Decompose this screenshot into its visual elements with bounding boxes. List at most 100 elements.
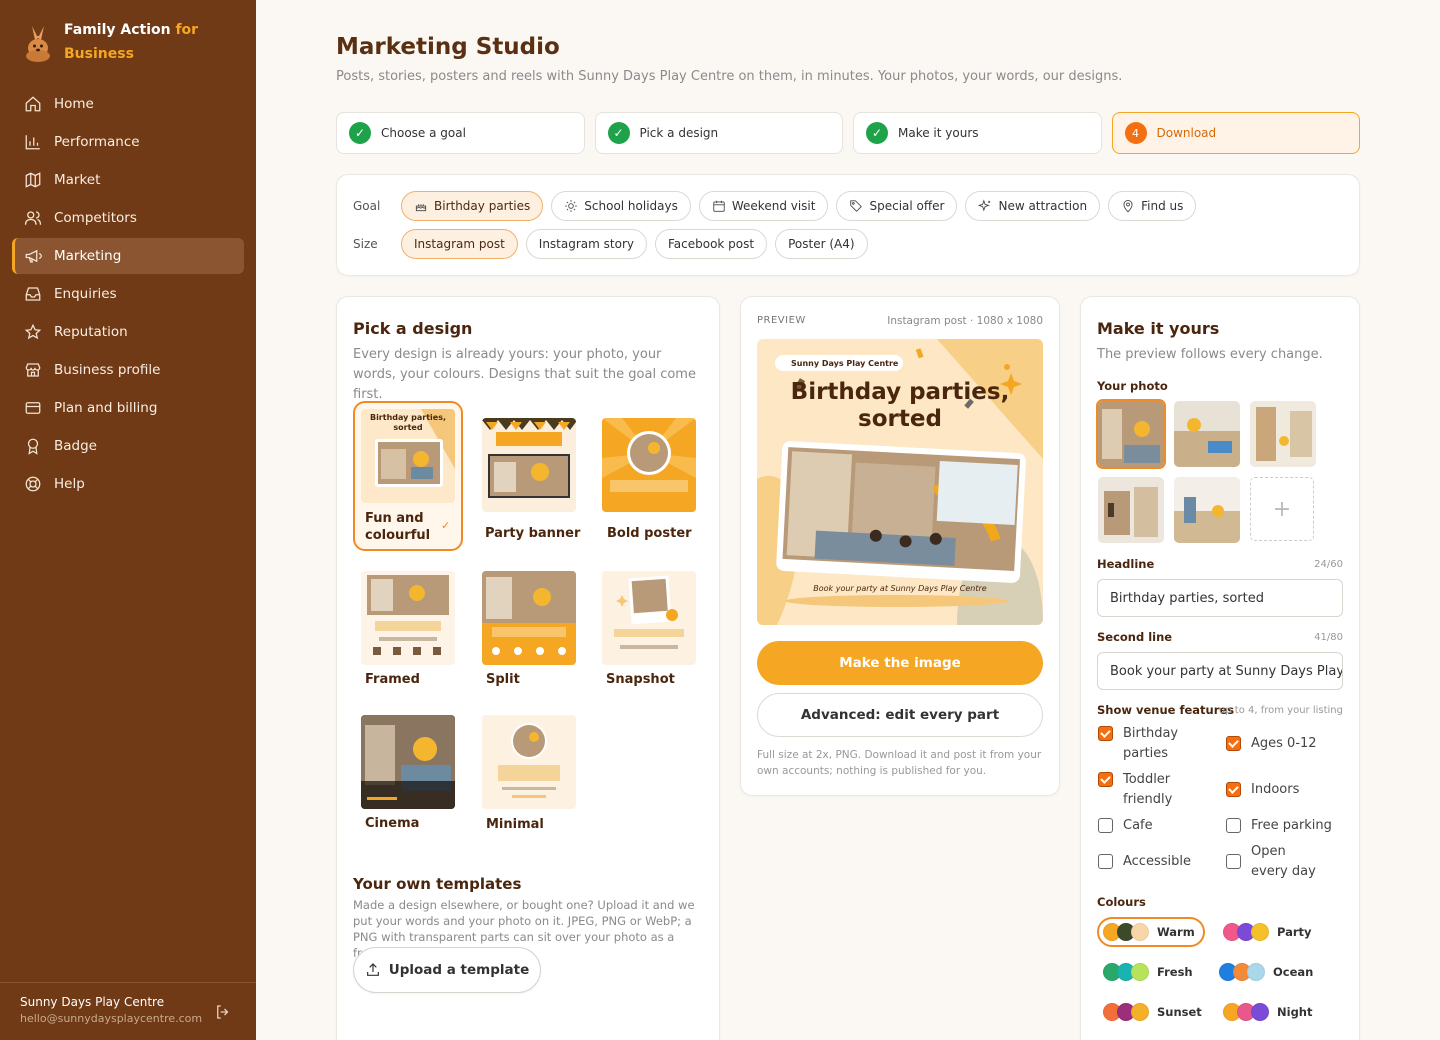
nav-item-home[interactable]: Home [12,86,244,122]
features-hint: up to 4, from your listing [1218,705,1343,716]
nav-label: Marketing [54,248,122,264]
step-download[interactable]: 4 Download [1111,112,1360,154]
photo-thumb [1250,401,1316,467]
make-image-button[interactable]: Make the image [757,641,1043,685]
photo-option-1[interactable] [1096,399,1166,469]
feature-indoors[interactable]: Indoors [1226,780,1344,800]
preview-note: Full size at 2x, PNG. Download it and po… [757,749,1042,777]
star-icon [24,323,42,340]
design-label-snapshot: Snapshot [606,672,675,687]
photo-option-5[interactable] [1174,477,1240,543]
nav-item-reputation[interactable]: Reputation [12,314,244,350]
size-pill-instagram-story[interactable]: Instagram story [525,229,647,259]
upload-label: Upload a template [388,962,530,978]
design-thumb-framed[interactable] [361,571,455,665]
store-icon [25,363,41,377]
design-label-framed: Framed [365,672,420,687]
credit-card-icon [25,402,41,414]
design-thumb-minimal[interactable] [482,715,576,809]
preview-size: Instagram post · 1080 x 1080 [887,315,1043,327]
feature-label: Ages 0-12 [1251,736,1317,751]
photo-option-2[interactable] [1174,401,1240,467]
goal-pill-weekend-visit[interactable]: Weekend visit [698,191,829,221]
headline-input[interactable]: Birthday parties, sorted [1097,579,1343,617]
size-pill-facebook-post[interactable]: Facebook post [654,229,768,259]
palette-sunset[interactable]: Sunset [1103,997,1202,1027]
nav-label: Performance [54,134,140,150]
design-thumb-split[interactable] [482,571,576,665]
nav-item-enquiries[interactable]: Enquiries [12,276,244,312]
nav-item-plan-billing[interactable]: Plan and billing [12,390,244,426]
upload-template-button[interactable]: Upload a template [353,947,541,993]
check-icon: ✓ [607,122,630,144]
palette-ocean[interactable]: Ocean [1219,957,1313,987]
panel-description: Every design is already yours: your phot… [353,347,696,402]
nav-item-performance[interactable]: Performance [12,124,244,160]
checkbox[interactable] [1226,736,1241,751]
feature-label: Open every day [1251,844,1316,879]
goal-pill-birthday[interactable]: Birthday parties [401,191,544,221]
nav-item-marketing[interactable]: Marketing [12,238,244,274]
goal-pill-special-offer[interactable]: Special offer [836,191,958,221]
lifebuoy-icon [25,476,41,492]
feature-open-every-day[interactable]: Open every day [1226,842,1326,882]
design-thumb-party-banner[interactable] [482,418,576,512]
design-thumb-cinema[interactable] [361,715,455,809]
goal-label: Goal [353,199,381,213]
photo-option-4[interactable] [1098,477,1164,543]
size-pill-poster-a4[interactable]: Poster (A4) [775,229,868,259]
feature-birthday-parties[interactable]: Birthday parties [1098,724,1208,764]
feature-cafe[interactable]: Cafe [1098,816,1208,836]
pill-label: School holidays [584,199,678,213]
palette-night[interactable]: Night [1223,997,1312,1027]
palette-name: Warm [1157,925,1195,939]
feature-label: Free parking [1251,818,1332,833]
nav-item-badge[interactable]: Badge [12,428,244,464]
second-line-input[interactable]: Book your party at Sunny Days Play Centr… [1097,652,1343,690]
palette-name: Sunset [1157,1005,1202,1019]
add-photo-button[interactable]: + [1250,477,1314,541]
step-pick-design[interactable]: ✓ Pick a design [594,112,843,154]
palette-party[interactable]: Party [1223,917,1312,947]
design-thumb-bold-poster[interactable] [602,418,696,512]
feature-free-parking[interactable]: Free parking [1226,816,1344,836]
palette-warm[interactable]: Warm [1097,917,1205,947]
design-framed-preview [361,571,455,665]
map-pin-icon [1123,200,1133,213]
preview-image: Sunny Days Play Centre Birthday parties,… [757,339,1043,625]
advanced-edit-button[interactable]: Advanced: edit every part [757,693,1043,737]
feature-toddler-friendly[interactable]: Toddler friendly [1098,770,1208,810]
features-label: Show venue features [1097,703,1235,717]
nav-item-competitors[interactable]: Competitors [12,200,244,236]
logout-icon[interactable] [214,1003,232,1021]
step-choose-goal[interactable]: ✓ Choose a goal [336,112,585,154]
goal-pill-school-holidays[interactable]: School holidays [551,191,691,221]
checkbox[interactable] [1098,726,1113,741]
design-thumb-headline: Birthday parties, sorted [369,413,447,432]
brand[interactable]: Family Action for Business [22,18,214,66]
goal-pill-new-attraction[interactable]: New attraction [965,191,1101,221]
feature-label: Accessible [1123,854,1191,869]
goal-pill-find-us[interactable]: Find us [1108,191,1197,221]
goal-size-filters: Goal Birthday parties School holidays We… [336,174,1360,276]
checkbox[interactable] [1226,818,1241,833]
feature-accessible[interactable]: Accessible [1098,852,1208,872]
pill-label: Weekend visit [731,199,816,213]
checkbox[interactable] [1226,854,1241,869]
nav-item-help[interactable]: Help [12,466,244,502]
nav-item-business-profile[interactable]: Business profile [12,352,244,388]
checkbox[interactable] [1098,854,1113,869]
photo-option-3[interactable] [1250,401,1316,467]
design-thumb-snapshot[interactable] [602,571,696,665]
step-make-it-yours[interactable]: ✓ Make it yours [853,112,1102,154]
checkbox[interactable] [1226,782,1241,797]
pick-design-panel: Pick a design Every design is already yo… [336,296,720,1040]
feature-label: Indoors [1251,782,1300,797]
feature-ages[interactable]: Ages 0-12 [1226,734,1344,754]
palette-fresh[interactable]: Fresh [1103,957,1193,987]
design-label-fun-colourful: Fun and colourful [365,511,431,543]
size-pill-instagram-post[interactable]: Instagram post [401,229,518,259]
checkbox[interactable] [1098,818,1113,833]
nav-item-market[interactable]: Market [12,162,244,198]
checkbox[interactable] [1098,772,1113,787]
